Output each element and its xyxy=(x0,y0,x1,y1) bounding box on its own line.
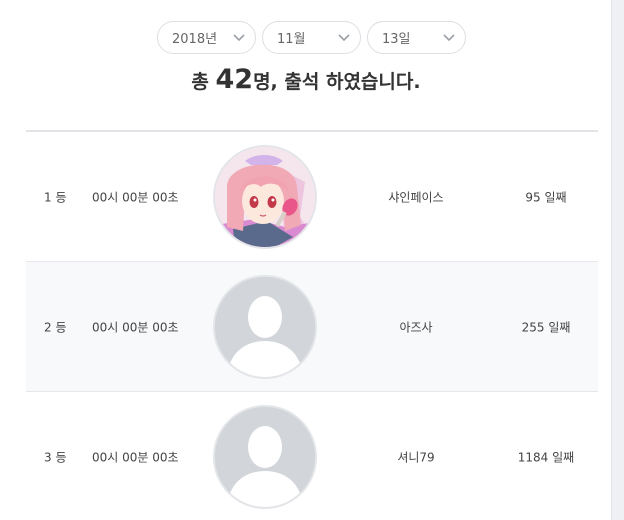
year-select[interactable]: 2018년 xyxy=(157,21,256,54)
default-user-avatar[interactable] xyxy=(213,275,317,379)
chevron-down-icon xyxy=(337,31,351,45)
user-silhouette-icon xyxy=(215,407,315,507)
date-filter-row: 2018년 11월 13일 xyxy=(157,21,466,54)
anime-character-avatar-image xyxy=(215,147,315,247)
month-select-value: 11월 xyxy=(277,32,306,47)
summary-suffix: 명, 출석 하였습니다. xyxy=(253,71,421,93)
day-select-value: 13일 xyxy=(382,32,411,47)
rank-label: 1 등 xyxy=(44,190,67,204)
list-item: 1 등 00시 00분 00초 샤인페이스 95 일째 xyxy=(26,132,598,262)
attendance-days: 1184 일째 xyxy=(517,450,575,464)
chevron-down-icon xyxy=(232,31,246,45)
check-in-time: 00시 00분 00초 xyxy=(92,320,179,334)
user-name[interactable]: 셔니79 xyxy=(386,448,446,465)
attendance-days: 255 일째 xyxy=(521,320,571,334)
month-select[interactable]: 11월 xyxy=(262,21,361,54)
attendee-count: 42 xyxy=(215,64,254,95)
check-in-time: 00시 00분 00초 xyxy=(92,190,179,204)
anime-character-avatar[interactable] xyxy=(213,145,317,249)
summary-prefix: 총 xyxy=(191,71,209,93)
list-item: 2 등 00시 00분 00초 아즈사 255 일째 xyxy=(26,262,598,392)
chevron-down-icon xyxy=(442,31,456,45)
attendance-list: 1 등 00시 00분 00초 샤인페이스 95 일째 2 등 00시 00분 … xyxy=(26,130,598,520)
attendance-summary: 총 42명, 출석 하였습니다. xyxy=(0,64,611,95)
user-name[interactable]: 아즈사 xyxy=(386,318,446,335)
rank-label: 3 등 xyxy=(44,450,67,464)
check-in-time: 00시 00분 00초 xyxy=(92,450,179,464)
user-silhouette-icon xyxy=(215,277,315,377)
rank-label: 2 등 xyxy=(44,320,67,334)
attendance-card: 2018년 11월 13일 총 42명, 출석 하였습니다. 1 등 00시 0… xyxy=(0,0,612,520)
user-name[interactable]: 샤인페이스 xyxy=(386,188,446,205)
year-select-value: 2018년 xyxy=(172,32,218,47)
day-select[interactable]: 13일 xyxy=(367,21,466,54)
list-item: 3 등 00시 00분 00초 셔니79 1184 일째 xyxy=(26,392,598,520)
attendance-days: 95 일째 xyxy=(525,190,567,204)
default-user-avatar[interactable] xyxy=(213,405,317,509)
